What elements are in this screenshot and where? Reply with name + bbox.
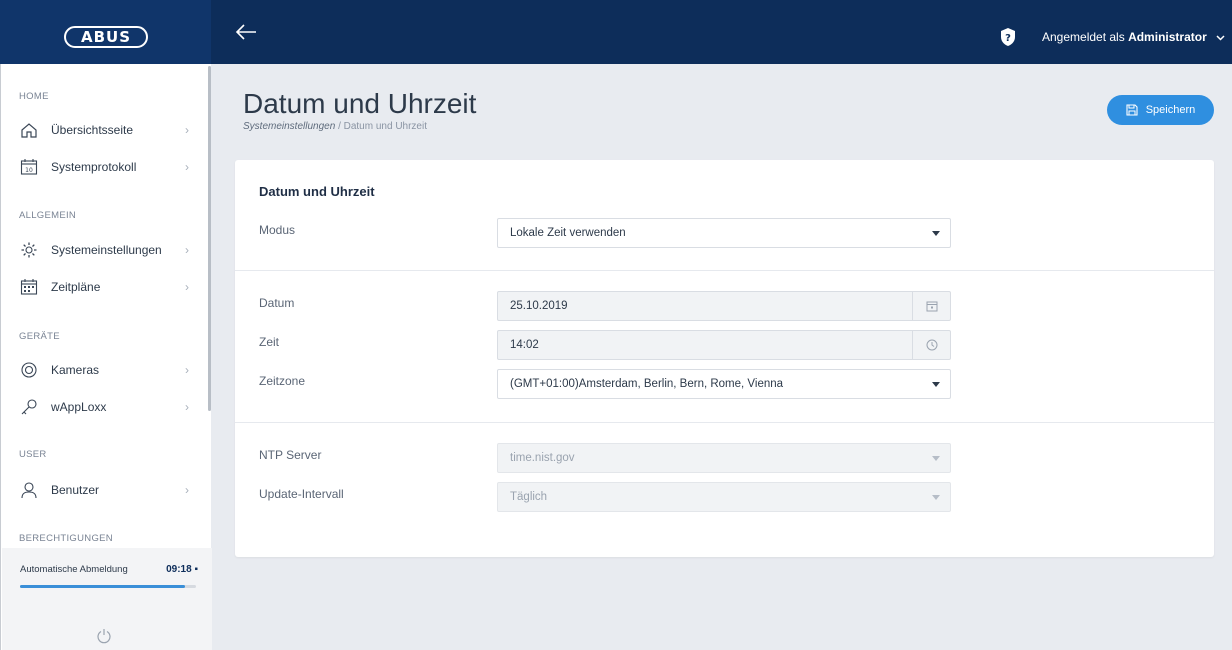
- modus-select[interactable]: Lokale Zeit verwenden: [497, 218, 951, 248]
- logo-area: ABUS: [0, 0, 211, 64]
- schedule-icon: [19, 277, 39, 297]
- auto-logout-progress-fill: [20, 585, 186, 588]
- ntp-value: time.nist.gov: [510, 452, 575, 464]
- section-geraete: GERÄTE: [19, 331, 60, 342]
- zeit-field[interactable]: 14:02: [497, 330, 951, 360]
- section-user: USER: [19, 449, 47, 460]
- sidebar-item-label: wAppLoxx: [51, 400, 107, 414]
- auto-logout-label: Automatische Abmeldung: [20, 564, 128, 575]
- zeit-value: 14:02: [510, 339, 539, 351]
- floppy-disk-icon: [1126, 104, 1138, 116]
- caret-down-icon: [932, 495, 940, 500]
- auto-logout-row: Automatische Abmeldung 09:18 ▪: [20, 564, 198, 575]
- chevron-down-icon: [1216, 33, 1225, 44]
- svg-text:10: 10: [25, 167, 33, 174]
- breadcrumb-current: Datum und Uhrzeit: [343, 121, 427, 132]
- top-bar: ABUS ? Angemeldet als Administrator: [0, 0, 1232, 64]
- sidebar-item-overview[interactable]: Übersichtsseite ›: [19, 116, 199, 144]
- section-divider: [235, 422, 1214, 423]
- section-home: HOME: [19, 91, 49, 102]
- sidebar-item-label: Übersichtsseite: [51, 123, 134, 137]
- chevron-right-icon: ›: [185, 280, 189, 294]
- section-divider: [235, 270, 1214, 271]
- breadcrumb-parent[interactable]: Systemeinstellungen: [243, 121, 335, 132]
- sidebar-item-wapploxx[interactable]: wAppLoxx ›: [19, 393, 199, 421]
- caret-down-icon: [932, 382, 940, 387]
- chevron-right-icon: ›: [185, 160, 189, 174]
- chevron-right-icon: ›: [185, 123, 189, 137]
- datum-field[interactable]: 25.10.2019: [497, 291, 951, 321]
- sidebar: HOME Übersichtsseite › 10 Systemprotokol…: [0, 64, 212, 650]
- save-button-label: Speichern: [1145, 104, 1196, 116]
- zeitzone-select[interactable]: (GMT+01:00)Amsterdam, Berlin, Bern, Rome…: [497, 369, 951, 399]
- breadcrumb-separator: /: [338, 121, 341, 132]
- power-icon[interactable]: [96, 628, 112, 644]
- calendar-icon: 10: [19, 157, 39, 177]
- chevron-right-icon: ›: [185, 243, 189, 257]
- breadcrumb: Systemeinstellungen / Datum und Uhrzeit: [243, 121, 427, 132]
- sidebar-item-label: Systemeinstellungen: [51, 243, 162, 257]
- sidebar-item-systemlog[interactable]: 10 Systemprotokoll ›: [19, 153, 199, 181]
- sidebar-item-system-settings[interactable]: Systemeinstellungen ›: [19, 236, 199, 264]
- interval-label: Update-Intervall: [259, 487, 344, 501]
- sidebar-scrollbar[interactable]: [208, 66, 211, 411]
- camera-icon: [19, 360, 39, 380]
- page-title: Datum und Uhrzeit: [243, 88, 477, 119]
- auto-logout-progress: [20, 585, 196, 588]
- date-time-card: Datum und Uhrzeit Modus Lokale Zeit verw…: [235, 160, 1214, 557]
- update-interval-select: Täglich: [497, 482, 951, 512]
- sidebar-item-schedules[interactable]: Zeitpläne ›: [19, 273, 199, 301]
- calendar-icon[interactable]: [912, 292, 950, 320]
- sidebar-item-cameras[interactable]: Kameras ›: [19, 356, 199, 384]
- user-menu[interactable]: Angemeldet als Administrator: [1042, 30, 1225, 44]
- chevron-right-icon: ›: [185, 400, 189, 414]
- chevron-right-icon: ›: [185, 363, 189, 377]
- user-icon: [19, 480, 39, 500]
- svg-text:?: ?: [1005, 33, 1011, 44]
- datum-label: Datum: [259, 296, 295, 310]
- gear-icon: [19, 240, 39, 260]
- sidebar-item-users[interactable]: Benutzer ›: [19, 476, 199, 504]
- key-icon: [19, 397, 39, 417]
- shield-icon[interactable]: ?: [1000, 27, 1016, 47]
- ntp-server-select: time.nist.gov: [497, 443, 951, 473]
- caret-down-icon: [932, 231, 940, 236]
- clock-icon[interactable]: [912, 331, 950, 359]
- auto-logout-time: 09:18 ▪: [166, 564, 198, 575]
- zeit-label: Zeit: [259, 335, 280, 349]
- chevron-right-icon: ›: [185, 483, 189, 497]
- caret-down-icon: [932, 456, 940, 461]
- sidebar-item-label: Systemprotokoll: [51, 160, 137, 174]
- back-arrow-icon[interactable]: [234, 22, 258, 42]
- modus-label: Modus: [259, 223, 296, 237]
- interval-value: Täglich: [510, 491, 548, 503]
- sidebar-item-label: Kameras: [51, 363, 100, 377]
- abus-logo[interactable]: ABUS: [64, 26, 148, 48]
- sidebar-item-label: Benutzer: [51, 483, 100, 497]
- user-prefix: Angemeldet als: [1042, 30, 1125, 44]
- card-title: Datum und Uhrzeit: [259, 184, 375, 199]
- section-allgemein: ALLGEMEIN: [19, 210, 77, 221]
- home-icon: [19, 120, 39, 140]
- sidebar-item-label: Zeitpläne: [51, 280, 101, 294]
- user-name: Administrator: [1128, 30, 1207, 44]
- save-button[interactable]: Speichern: [1107, 95, 1214, 125]
- datum-value: 25.10.2019: [510, 300, 568, 312]
- section-berechtigungen: BERECHTIGUNGEN: [19, 533, 113, 544]
- zeitzone-label: Zeitzone: [259, 374, 306, 388]
- ntp-label: NTP Server: [259, 448, 322, 462]
- zeitzone-value: (GMT+01:00)Amsterdam, Berlin, Bern, Rome…: [510, 378, 784, 390]
- modus-value: Lokale Zeit verwenden: [510, 227, 626, 239]
